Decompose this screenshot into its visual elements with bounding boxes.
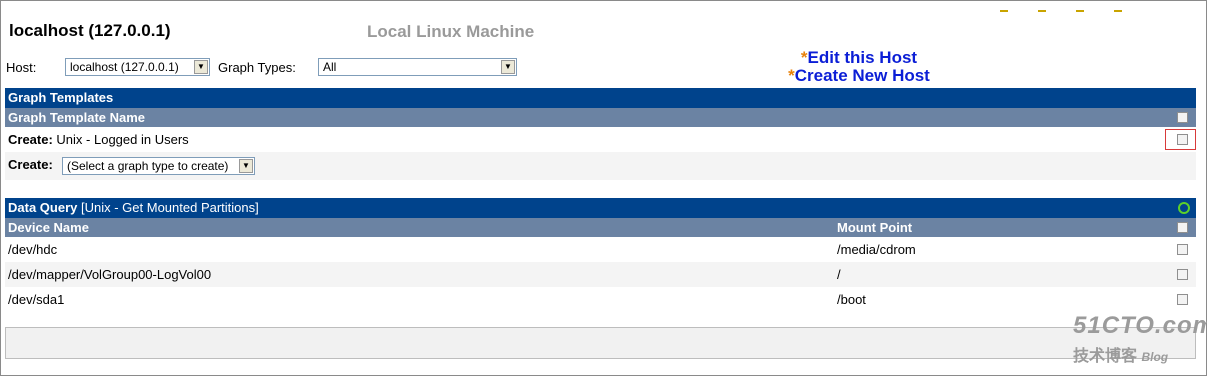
graph-type-select[interactable]: (Select a graph type to create) ▼ [62,157,255,175]
chevron-down-icon[interactable]: ▼ [501,60,515,74]
device-name-header: Device Name [8,220,89,235]
machine-name: Local Linux Machine [367,22,535,41]
create-label: Create: [8,157,53,172]
row-checkbox[interactable] [1177,294,1188,305]
chevron-down-icon[interactable]: ▼ [239,159,253,173]
graph-template-row: Create: Unix - Logged in Users [5,127,1196,152]
graph-types-select[interactable]: All ▼ [318,58,517,76]
host-label: Host: [6,60,37,75]
graph-template-name: Unix - Logged in Users [56,132,189,147]
graph-types-value: All [323,60,337,74]
status-circle-icon[interactable] [1178,202,1190,214]
watermark-logo: 51CTO.com 技术博客 Blog [1073,312,1207,365]
edit-host-link[interactable]: Edit this Host [808,48,918,67]
data-query-panel: Data Query [Unix - Get Mounted Partition… [5,198,1196,312]
graph-template-name-header: Graph Template Name [5,108,1196,127]
mount-point-header: Mount Point [837,220,913,235]
mount-point: /boot [837,292,866,307]
data-query-subtitle: [Unix - Get Mounted Partitions] [81,200,259,215]
graph-type-select-value: (Select a graph type to create) [67,159,229,173]
host-select[interactable]: localhost (127.0.0.1) ▼ [65,58,210,76]
row-checkbox[interactable] [1177,244,1188,255]
host-select-value: localhost (127.0.0.1) [70,60,179,74]
device-name: /dev/hdc [8,242,58,257]
action-bar [5,327,1196,359]
page-frame [0,0,1207,376]
graph-templates-panel: Graph Templates Graph Template Name Crea… [5,88,1196,180]
create-prefix: Create: [8,132,53,147]
table-row: /dev/hdc /media/cdrom [5,237,1196,262]
row-checkbox[interactable] [1177,269,1188,280]
select-all-checkbox[interactable] [1177,222,1188,233]
mount-point: / [837,267,841,282]
data-query-header: Data Query [Unix - Get Mounted Partition… [5,198,1196,218]
star-icon: * [800,48,808,67]
create-graph-row: Create: (Select a graph type to create) … [5,152,1196,180]
create-host-link[interactable]: Create New Host [795,66,930,85]
star-icon: * [788,66,795,85]
watermark-sub: 技术博客 [1073,348,1138,365]
mount-point: /media/cdrom [837,242,916,257]
column-header-label: Graph Template Name [8,110,146,125]
watermark-blog: Blog [1141,350,1169,364]
table-row: /dev/sda1 /boot [5,287,1196,312]
select-all-checkbox[interactable] [1177,112,1188,123]
graph-types-label: Graph Types: [218,60,296,75]
graph-templates-header: Graph Templates [5,88,1196,108]
device-name: /dev/mapper/VolGroup00-LogVol00 [8,267,212,282]
data-query-title: Data Query [8,200,78,215]
host-title: localhost (127.0.0.1) [9,21,171,40]
host-links: *Edit this Host *Create New Host [778,48,940,86]
chevron-down-icon[interactable]: ▼ [194,60,208,74]
top-strip [1000,0,1190,12]
data-query-column-header: Device Name Mount Point [5,218,1196,237]
device-name: /dev/sda1 [8,292,65,307]
table-row: /dev/mapper/VolGroup00-LogVol00 / [5,262,1196,287]
watermark-site: 51CTO.com [1073,312,1207,339]
row-checkbox[interactable] [1177,134,1188,145]
